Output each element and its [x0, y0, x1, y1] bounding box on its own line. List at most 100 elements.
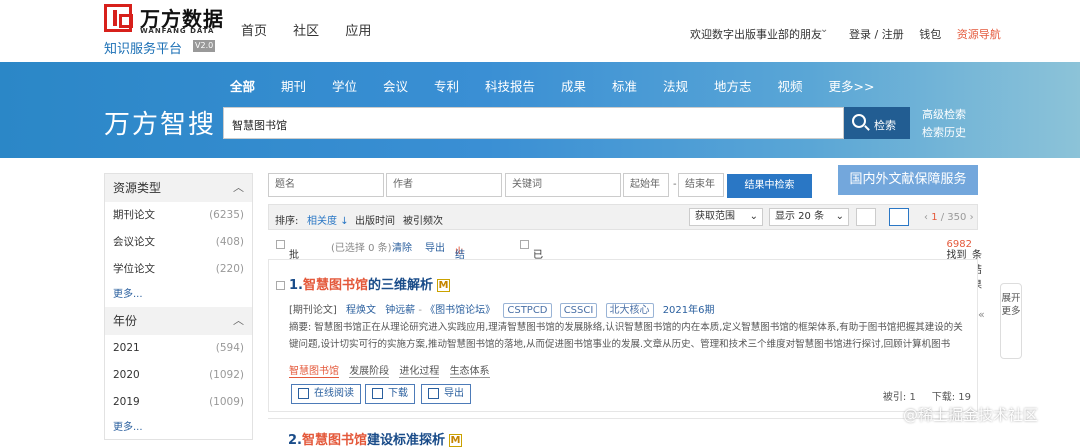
facet-item-label: 2021 [113, 342, 140, 354]
literature-service-banner[interactable]: 国内外文献保障服务 [838, 165, 978, 195]
grid-view-icon[interactable] [856, 208, 876, 226]
facet-item-count: (1009) [209, 396, 244, 408]
facet-item-label: 会议论文 [113, 236, 155, 248]
search-in-results-button[interactable]: 结果中检索 [727, 174, 812, 198]
facet-item[interactable]: 2020 (1092) [105, 362, 252, 389]
export-label: 导出 [444, 388, 464, 399]
result-item: 1.智慧图书馆的三维解析 M [期刊论文] 程焕文 钟远薪 - 《图书馆论坛》 C… [268, 259, 978, 412]
read-online-button[interactable]: 在线阅读 [291, 384, 361, 404]
keyword-link[interactable]: 发展阶段 [349, 366, 390, 378]
search-button[interactable]: 检索 [844, 107, 910, 139]
cat-degree[interactable]: 学位 [332, 76, 357, 95]
next-page-icon[interactable]: › [970, 212, 974, 223]
m-badge-icon: M [437, 279, 451, 292]
chevron-down-icon[interactable]: ⌄ [820, 24, 828, 35]
read-online-label: 在线阅读 [314, 388, 354, 399]
keyword-link[interactable]: 进化过程 [399, 366, 440, 378]
facet-more-link[interactable]: 更多... [105, 416, 252, 440]
facet-item-count: (6235) [209, 209, 244, 221]
index-tag: 北大核心 [605, 303, 654, 318]
double-chevron-left-icon[interactable]: « [978, 308, 985, 321]
sort-bar: 排序: 相关度 ↓ 出版时间 被引频次 获取范围 ⌄ 显示 20 条 ⌄ ‹ 1… [268, 204, 978, 230]
cat-all[interactable]: 全部 [230, 76, 255, 95]
result-item: 2.智慧图书馆建设标准探析 M [268, 418, 978, 448]
chevron-down-icon: ⌄ [749, 211, 758, 222]
chevron-up-icon[interactable]: ︿ [233, 174, 244, 202]
result-index: 1. [289, 278, 303, 293]
title-field[interactable]: 题名 [268, 173, 384, 197]
sort-cited[interactable]: 被引频次 [403, 212, 443, 227]
cat-video[interactable]: 视频 [778, 76, 803, 95]
page-size-value: 显示 20 条 [775, 211, 825, 222]
result-stats: 被引: 1 下载: 19 [883, 388, 971, 403]
list-view-icon[interactable] [889, 208, 909, 226]
index-tag: CSSCI [559, 303, 598, 318]
sort-relevance-label: 相关度 [307, 216, 337, 227]
sort-label: 排序: [275, 216, 299, 227]
keyword-field[interactable]: 关键词 [505, 173, 621, 197]
expand-more-tab[interactable]: 展开更多 [1000, 283, 1022, 359]
cat-journal[interactable]: 期刊 [281, 76, 306, 95]
cat-achievement[interactable]: 成果 [561, 76, 586, 95]
cat-tech-report[interactable]: 科技报告 [485, 76, 535, 95]
cat-patent[interactable]: 专利 [434, 76, 459, 95]
download-button[interactable]: 下载 [365, 384, 415, 404]
batch-select[interactable]: 批量选择 [276, 239, 299, 306]
cat-law[interactable]: 法规 [663, 76, 688, 95]
issue-link[interactable]: 2021年6期 [663, 305, 715, 316]
selected-count: (已选择 0 条) [331, 243, 392, 254]
cat-standard[interactable]: 标准 [612, 76, 637, 95]
clear-button[interactable]: 清除 [392, 239, 412, 254]
purchased-fulltext[interactable]: 已购全文 [520, 239, 543, 306]
nav-community[interactable]: 社区 [293, 24, 319, 39]
facet-item[interactable]: 2021 (594) [105, 335, 252, 362]
result-actions: 批量选择 (已选择 0 条) 清除 导出 ılı结果分析 已购全文 找到6982… [268, 232, 982, 306]
nav-apps[interactable]: 应用 [345, 24, 371, 39]
cat-local-gazette[interactable]: 地方志 [714, 76, 752, 95]
advanced-search-link[interactable]: 高级检索 [922, 106, 966, 124]
export-result-button[interactable]: 导出 [421, 384, 471, 404]
facet-more-link[interactable]: 更多... [105, 283, 252, 307]
nav-home[interactable]: 首页 [241, 24, 267, 39]
title-rest: 建设标准探析 [367, 433, 446, 448]
scope-select[interactable]: 获取范围 ⌄ [689, 208, 763, 226]
export-icon [428, 388, 439, 399]
result-title[interactable]: 2.智慧图书馆建设标准探析 M [288, 429, 463, 448]
facet-title: 资源类型 [113, 181, 162, 195]
journal-link[interactable]: 《图书馆论坛》 [425, 305, 495, 316]
facet-item-count: (408) [215, 236, 244, 248]
login-link[interactable]: 登录 / 注册 [849, 28, 904, 41]
author-field[interactable]: 作者 [386, 173, 502, 197]
search-button-label: 检索 [874, 119, 896, 132]
result-title[interactable]: 1.智慧图书馆的三维解析 M [276, 274, 451, 293]
checkbox-icon[interactable] [276, 281, 285, 290]
author-link[interactable]: 程焕文 [346, 305, 376, 316]
cat-conference[interactable]: 会议 [383, 76, 408, 95]
start-year-field[interactable]: 起始年 [623, 173, 669, 197]
wallet-link[interactable]: 钱包 [919, 28, 941, 41]
arrow-down-icon: ↓ [340, 216, 349, 227]
prev-page-icon[interactable]: ‹ [924, 212, 928, 223]
page-size-select[interactable]: 显示 20 条 ⌄ [769, 208, 849, 226]
facet-item[interactable]: 学位论文 (220) [105, 256, 252, 283]
end-year-field[interactable]: 结束年 [678, 173, 724, 197]
facet-item[interactable]: 2019 (1009) [105, 389, 252, 416]
facet-item[interactable]: 会议论文 (408) [105, 229, 252, 256]
search-input[interactable]: 智慧图书馆 [223, 107, 844, 139]
facet-header-year[interactable]: 年份 ︿ [105, 307, 252, 335]
keyword-link[interactable]: 生态体系 [449, 366, 490, 378]
sort-pub-time[interactable]: 出版时间 [355, 212, 395, 227]
search-history-link[interactable]: 检索历史 [922, 124, 966, 142]
sort-relevance[interactable]: 相关度 ↓ [307, 212, 349, 227]
author-link[interactable]: 钟远薪 [385, 305, 415, 316]
version-badge: V2.0 [193, 40, 216, 52]
chevron-up-icon[interactable]: ︿ [233, 307, 244, 335]
cat-more[interactable]: 更多>> [829, 76, 875, 95]
facet-item-count: (594) [215, 342, 244, 354]
facet-header-resource-type[interactable]: 资源类型 ︿ [105, 174, 252, 202]
export-button[interactable]: 导出 [425, 239, 445, 254]
facet-item[interactable]: 期刊论文 (6235) [105, 202, 252, 229]
top-bar: 万方数据 WANFANG DATA 知识服务平台 V2.0 首页 社区 应用 欢… [0, 0, 1080, 62]
resource-nav-link[interactable]: 资源导航 [957, 28, 1001, 41]
keyword-link[interactable]: 智慧图书馆 [289, 366, 339, 378]
